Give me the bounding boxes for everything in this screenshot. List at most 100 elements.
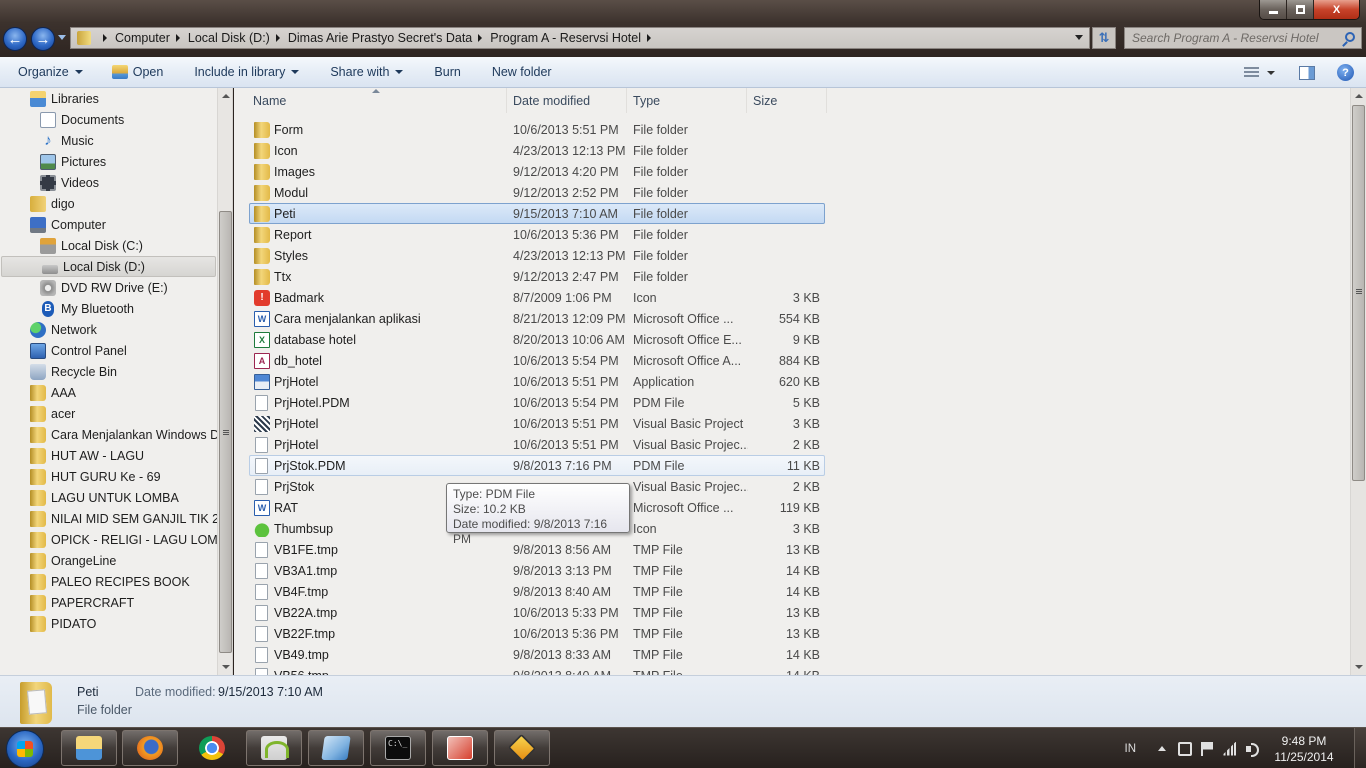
column-header-size[interactable]: Size (747, 88, 827, 113)
column-header-type[interactable]: Type (627, 88, 747, 113)
sidebar-item[interactable]: AAA (0, 382, 217, 403)
taskbar-firefox[interactable] (122, 730, 178, 766)
taskbar-powerpoint[interactable] (432, 730, 488, 766)
sidebar-item[interactable]: digo (0, 193, 217, 214)
share-with-button[interactable]: Share with (308, 57, 412, 87)
breadcrumb-chevron-icon[interactable] (275, 34, 280, 42)
preview-pane-icon[interactable] (1299, 65, 1315, 80)
sidebar-item[interactable]: PAPERCRAFT (0, 592, 217, 613)
clock[interactable]: 9:48 PM 11/25/2014 (1268, 733, 1340, 765)
sidebar-item[interactable]: Recycle Bin (0, 361, 217, 382)
file-row[interactable]: Peti 9/15/2013 7:10 AM File folder (249, 203, 825, 224)
show-hidden-icons-icon[interactable] (1158, 746, 1166, 751)
file-list-scrollbar[interactable] (1350, 88, 1366, 675)
change-view-icon[interactable] (1244, 66, 1259, 79)
file-row[interactable]: PrjHotel 10/6/2013 5:51 PM Visual Basic Pr… (249, 434, 825, 455)
show-desktop-button[interactable] (1354, 728, 1366, 768)
navigation-scroll-thumb[interactable] (219, 211, 232, 653)
organize-button[interactable]: Organize (0, 57, 92, 87)
power-icon[interactable] (1178, 741, 1192, 756)
sidebar-item[interactable]: OrangeLine (0, 550, 217, 571)
breadcrumb-computer[interactable]: Computer (115, 31, 170, 45)
start-button[interactable] (6, 730, 44, 768)
scroll-up-icon[interactable] (222, 94, 230, 98)
file-row[interactable]: Form 10/6/2013 5:51 PM File folder (249, 119, 825, 140)
file-row[interactable]: PrjHotel 10/6/2013 5:51 PM Visual Basic Pr… (249, 413, 825, 434)
sidebar-item[interactable]: PALEO RECIPES BOOK (0, 571, 217, 592)
taskbar-command-prompt[interactable]: C:\_ (370, 730, 426, 766)
address-history-dropdown[interactable] (1075, 35, 1083, 40)
file-row[interactable]: ! Badmark 8/7/2009 1:06 PM Icon 3 KB (249, 287, 825, 308)
scroll-down-icon[interactable] (222, 665, 230, 669)
taskbar-notepad[interactable] (308, 730, 364, 766)
file-row[interactable]: PrjHotel.PDM 10/6/2013 5:54 PM PDM File 5 K… (249, 392, 825, 413)
language-indicator[interactable]: IN (1125, 743, 1137, 755)
breadcrumb-chevron-icon[interactable] (478, 34, 483, 42)
view-options-dropdown[interactable] (1267, 70, 1275, 75)
search-input[interactable] (1132, 31, 1337, 45)
scroll-down-icon[interactable] (1355, 665, 1363, 669)
sidebar-item[interactable]: PIDATO (0, 613, 217, 634)
sidebar-item[interactable]: OPICK - RELIGI - LAGU LOMBA (0, 529, 217, 550)
file-row[interactable]: Images 9/12/2013 4:20 PM File folder (249, 161, 825, 182)
file-row[interactable]: W Cara menjalankan aplikasi 8/21/2013 12:0… (249, 308, 825, 329)
restore-button[interactable] (1287, 0, 1314, 19)
sidebar-item[interactable]: HUT GURU Ke - 69 (0, 466, 217, 487)
sidebar-item[interactable]: Pictures (0, 151, 217, 172)
file-row[interactable]: Xdatabase hotel 8/20/2013 10:06 AM Microso… (249, 329, 825, 350)
sidebar-item[interactable]: Network (0, 319, 217, 340)
recent-pages-dropdown[interactable] (58, 35, 66, 40)
file-row[interactable]: VB22A.tmp 10/6/2013 5:33 PM TMP File 13 KB (249, 602, 825, 623)
file-row[interactable]: PrjStok.PDM 9/8/2013 7:16 PM PDM File 11 KB (249, 455, 825, 476)
file-row[interactable]: VB56.tmp9/8/2013 8:40 AMTMP File14 KB (249, 665, 825, 675)
file-row[interactable]: VB49.tmp 9/8/2013 8:33 AM TMP File 14 KB (249, 644, 825, 665)
sidebar-item[interactable]: HUT AW - LAGU (0, 445, 217, 466)
file-row[interactable]: VB4F.tmp 9/8/2013 8:40 AM TMP File 14 KB (249, 581, 825, 602)
search-icon[interactable] (1345, 32, 1355, 42)
breadcrumb-chevron-icon[interactable] (647, 34, 652, 42)
column-header-name[interactable]: Name (234, 88, 507, 113)
sidebar-item[interactable]: DVD RW Drive (E:) (0, 277, 217, 298)
help-icon[interactable]: ? (1337, 64, 1354, 81)
file-row[interactable]: Ttx 9/12/2013 2:47 PM File folder (249, 266, 825, 287)
forward-button[interactable]: → (31, 27, 55, 51)
column-header-date[interactable]: Date modified (507, 88, 627, 113)
file-row[interactable]: Styles 4/23/2013 12:13 PM File folder (249, 245, 825, 266)
sidebar-item[interactable]: Control Panel (0, 340, 217, 361)
sidebar-item[interactable]: Libraries (0, 88, 217, 109)
navigation-scrollbar[interactable] (217, 88, 232, 675)
file-row[interactable]: PrjHotel 10/6/2013 5:51 PM Application 620 … (249, 371, 825, 392)
file-row[interactable]: Icon 4/23/2013 12:13 PM File folder (249, 140, 825, 161)
minimize-button[interactable] (1260, 0, 1287, 19)
file-row[interactable]: VB3A1.tmp 9/8/2013 3:13 PM TMP File 14 KB (249, 560, 825, 581)
close-button[interactable]: X (1314, 0, 1359, 19)
back-button[interactable]: ← (3, 27, 27, 51)
taskbar-winamp[interactable] (494, 730, 550, 766)
taskbar-wifi-manager[interactable] (246, 730, 302, 766)
sidebar-item[interactable]: Videos (0, 172, 217, 193)
new-folder-button[interactable]: New folder (470, 57, 561, 87)
breadcrumb-secret-data[interactable]: Dimas Arie Prastyo Secret's Data (288, 31, 472, 45)
open-button[interactable]: Open (92, 57, 173, 87)
file-row[interactable]: Report 10/6/2013 5:36 PM File folder (249, 224, 825, 245)
sidebar-item[interactable]: acer (0, 403, 217, 424)
volume-icon[interactable] (1245, 742, 1259, 757)
include-in-library-button[interactable]: Include in library (172, 57, 308, 87)
sidebar-item[interactable]: Computer (0, 214, 217, 235)
sidebar-item[interactable]: Documents (0, 109, 217, 130)
file-list-scroll-thumb[interactable] (1352, 105, 1365, 481)
sidebar-item[interactable]: LAGU UNTUK LOMBA (0, 487, 217, 508)
taskbar-chrome[interactable] (184, 730, 240, 766)
refresh-button[interactable]: ⇅ (1092, 27, 1116, 49)
breadcrumb-chevron-icon[interactable] (175, 34, 180, 42)
scroll-up-icon[interactable] (1355, 94, 1363, 98)
address-bar[interactable]: Computer Local Disk (D:) Dimas Arie Pras… (70, 27, 1090, 49)
breadcrumb-chevron-icon[interactable] (103, 34, 107, 42)
file-row[interactable]: VB22F.tmp 10/6/2013 5:36 PM TMP File 13 KB (249, 623, 825, 644)
sidebar-item[interactable]: Local Disk (D:) (1, 256, 216, 277)
file-row[interactable]: Modul 9/12/2013 2:52 PM File folder (249, 182, 825, 203)
sidebar-item[interactable]: ♪ Music (0, 130, 217, 151)
sidebar-item[interactable]: Local Disk (C:) (0, 235, 217, 256)
breadcrumb-local-disk-d[interactable]: Local Disk (D:) (188, 31, 270, 45)
sidebar-item[interactable]: B My Bluetooth (0, 298, 217, 319)
